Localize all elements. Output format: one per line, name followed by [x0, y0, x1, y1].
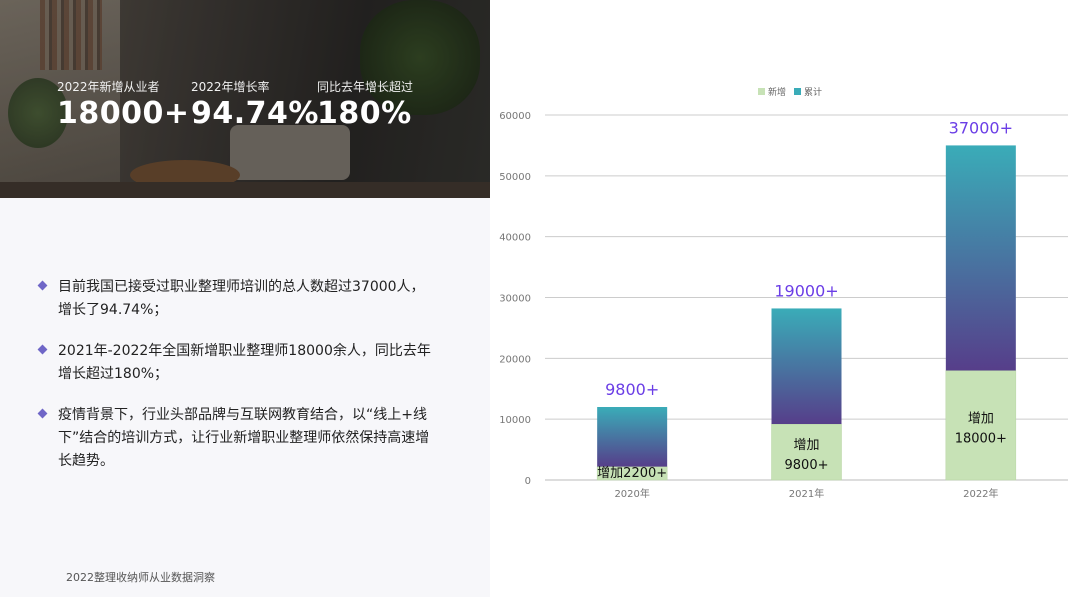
legend-swatch — [794, 88, 801, 95]
diamond-bullet-icon — [37, 280, 48, 291]
bar-total-label: 19000+ — [774, 281, 838, 300]
bar-new-label: 18000+ — [955, 431, 1007, 446]
bullet-item: 疫情背景下，行业头部品牌与互联网教育结合，以“线上+线下”结合的培训方式，让行业… — [36, 404, 436, 473]
bullet-item: 2021年-2022年全国新增职业整理师18000余人，同比去年增长超过180%… — [36, 340, 436, 386]
y-tick-label: 10000 — [499, 415, 531, 426]
bullet-text: 2021年-2022年全国新增职业整理师18000余人，同比去年增长超过180%… — [58, 343, 431, 382]
bar-total-segment — [597, 407, 668, 467]
diamond-bullet-icon — [37, 344, 48, 355]
x-tick-label: 2022年 — [963, 487, 998, 500]
stacked-bar-chart: 新增 累计 0 10000 20000 30000 40000 50000 60000 增加220… — [499, 86, 1068, 500]
bullet-text: 疫情背景下，行业头部品牌与互联网教育结合，以“线上+线下”结合的培训方式，让行业… — [58, 407, 430, 469]
bar-total-label: 9800+ — [605, 380, 659, 399]
bar-total-segment — [945, 145, 1016, 371]
bar-total-label: 37000+ — [949, 118, 1013, 137]
stat-label: 2022年新增从业者 — [57, 80, 160, 94]
stat-label: 2022年增长率 — [191, 80, 270, 94]
bullet-list: 目前我国已接受过职业整理师培训的总人数超过37000人，增长了94.74%； 2… — [36, 276, 436, 491]
footer-caption: 2022整理收纳师从业数据洞察 — [66, 571, 215, 584]
bullet-item: 目前我国已接受过职业整理师培训的总人数超过37000人，增长了94.74%； — [36, 276, 436, 322]
legend-swatch — [758, 88, 765, 95]
y-tick-label: 30000 — [499, 294, 531, 305]
hero-banner: 2022年新增从业者 18000+ 2022年增长率 94.74% 同比去年增长… — [0, 0, 490, 198]
bar-new-label: 9800+ — [785, 458, 829, 473]
y-tick-label: 60000 — [499, 111, 531, 122]
y-tick-label: 40000 — [499, 233, 531, 244]
stat-value: 18000+ — [57, 96, 190, 131]
diamond-bullet-icon — [37, 408, 48, 419]
bar-new-label: 增加 — [793, 438, 819, 453]
y-tick-label: 50000 — [499, 172, 531, 183]
y-tick-label: 20000 — [499, 354, 531, 365]
bar-new-label: 增加2200+ — [597, 466, 667, 481]
bar-new-label: 增加 — [968, 411, 994, 426]
left-panel: 2022年新增从业者 18000+ 2022年增长率 94.74% 同比去年增长… — [0, 0, 490, 597]
legend-label: 累计 — [804, 86, 822, 98]
bullet-text: 目前我国已接受过职业整理师培训的总人数超过37000人，增长了94.74%； — [58, 279, 425, 318]
stat-value: 94.74% — [191, 96, 319, 131]
y-tick-label: 0 — [525, 476, 531, 487]
stat-value: 180% — [317, 96, 412, 131]
legend-label: 新增 — [768, 86, 786, 98]
stat-label: 同比去年增长超过 — [317, 80, 414, 94]
x-tick-label: 2021年 — [789, 487, 824, 500]
bar-total-segment — [771, 308, 842, 425]
x-tick-label: 2020年 — [614, 487, 649, 500]
